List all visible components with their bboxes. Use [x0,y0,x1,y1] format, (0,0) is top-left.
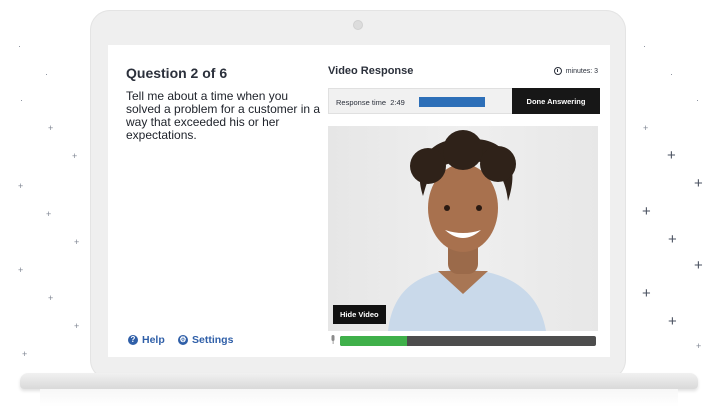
sparkle: · [696,95,699,105]
response-time-progress [419,97,485,107]
time-limit: minutes: 3 [553,67,598,75]
sparkle: · [643,41,646,51]
sparkle: + [642,285,651,302]
settings-link[interactable]: ⚙ Settings [178,334,233,346]
settings-label: Settings [192,334,234,346]
sparkle: · [18,41,21,51]
sparkle: + [48,123,54,133]
time-limit-label: minutes: 3 [565,67,598,75]
candidate-video-frame [388,130,546,331]
sparkle: + [668,231,677,248]
sparkle: + [46,209,52,219]
audio-level-meter [340,336,596,346]
sparkle: + [694,257,703,274]
sparkle: · [670,69,673,79]
help-icon: ? [128,335,138,345]
sparkle: + [48,293,54,303]
sparkle: + [694,175,703,192]
settings-icon: ⚙ [178,335,188,345]
response-time-value: 2:49 [390,98,405,107]
microphone-icon [331,335,335,344]
help-link[interactable]: ? Help [128,334,165,346]
sparkle: + [696,341,702,351]
webcam-icon [353,20,363,30]
sparkle: + [72,151,78,161]
sparkle: + [18,181,24,191]
sparkle: + [668,313,677,330]
question-text: Tell me about a time when you solved a p… [126,89,321,142]
sparkle: + [667,147,676,164]
video-preview: Hide Video [328,126,598,331]
sparkle: + [74,321,80,331]
video-response-title: Video Response [328,65,414,77]
question-title: Question 2 of 6 [126,65,228,81]
sparkle: + [22,349,28,359]
clock-icon [553,67,562,75]
response-time-text: Response time [336,98,387,107]
interview-screen: Question 2 of 6 Tell me about a time whe… [108,45,610,357]
sparkle: + [18,265,24,275]
done-answering-button[interactable]: Done Answering [512,88,600,114]
sparkle: + [74,237,80,247]
response-time-label: Response time 2:49 [336,98,405,107]
sparkle: · [45,69,48,79]
laptop-shadow [40,389,678,407]
sparkle: + [643,123,649,133]
sparkle: · [20,95,23,105]
help-label: Help [142,334,165,346]
response-time-bar: Response time 2:49 Done Answering [328,88,600,114]
sparkle: + [642,203,651,220]
laptop-base [20,373,698,389]
audio-level-fill [340,336,407,346]
hide-video-button[interactable]: Hide Video [333,305,386,324]
